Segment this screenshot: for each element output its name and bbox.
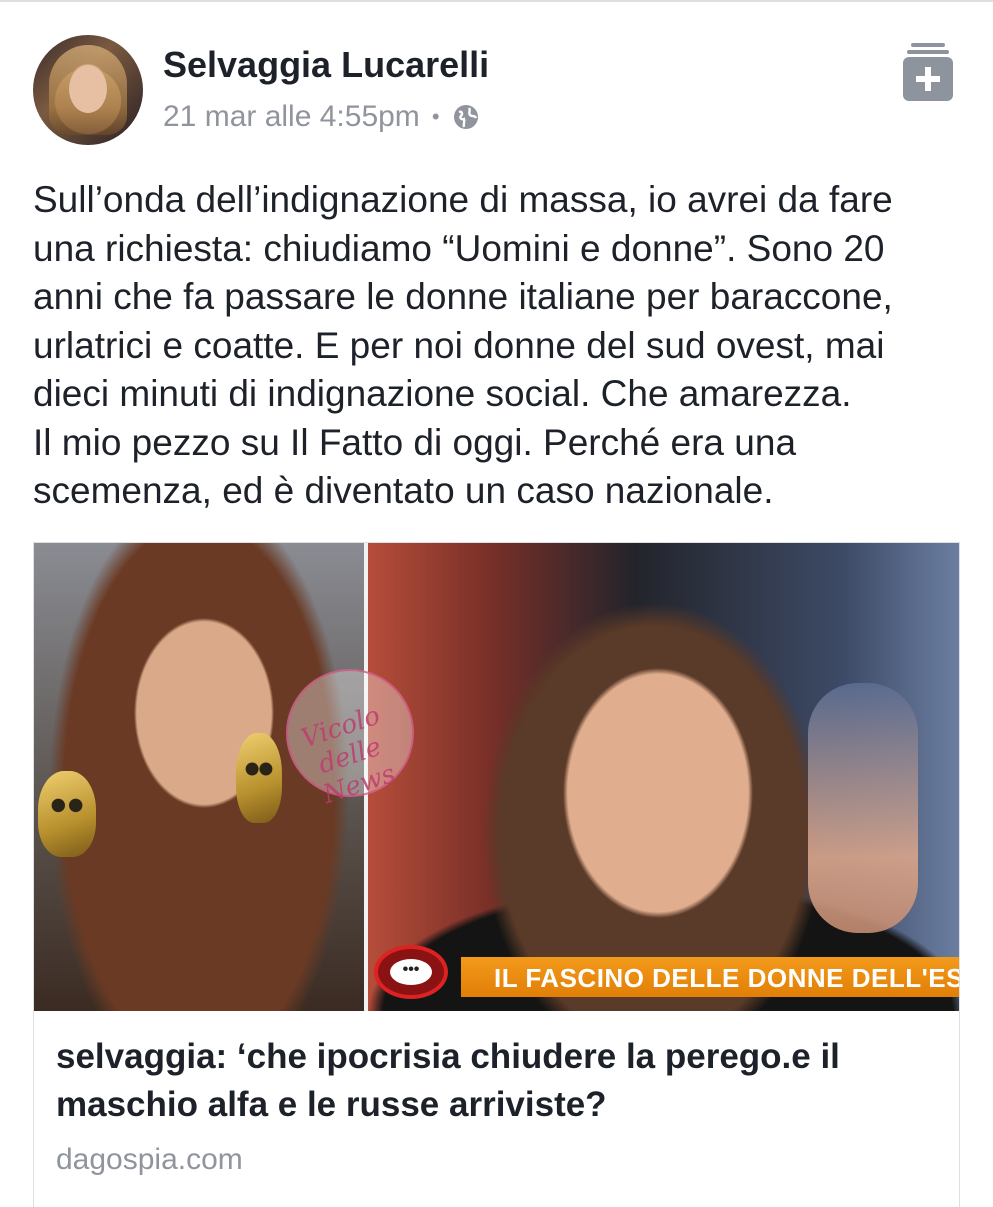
photo-right-panel (368, 543, 959, 1011)
post-paragraph: Sull’onda dell’indignazione di massa, io… (33, 179, 893, 414)
author-avatar[interactable] (33, 35, 143, 145)
shared-link-card[interactable]: Vicolo delle News IL FASCINO DELLE DONNE… (33, 542, 960, 1207)
earring-left (38, 771, 96, 857)
post-message: Sull’onda dell’indignazione di massa, io… (33, 176, 963, 516)
tv-badge-dots: ••• (390, 959, 432, 985)
author-name[interactable]: Selvaggia Lucarelli (163, 44, 489, 86)
save-post-icon[interactable] (903, 43, 953, 101)
post-paragraph: Il mio pezzo su Il Fatto di oggi. Perché… (33, 421, 797, 512)
post-timestamp[interactable]: 21 mar alle 4:55pm (163, 100, 420, 134)
photo-arm (808, 683, 918, 933)
tv-caption-text: IL FASCINO DELLE DONNE DELL'EST (494, 963, 960, 993)
tv-channel-badge: ••• (374, 945, 448, 999)
globe-icon[interactable] (452, 103, 480, 131)
post-meta: 21 mar alle 4:55pm • (163, 100, 480, 134)
link-domain: dagospia.com (56, 1143, 243, 1176)
link-title[interactable]: selvaggia: ‘che ipocrisia chiudere la pe… (56, 1033, 936, 1129)
link-preview-image[interactable]: Vicolo delle News IL FASCINO DELLE DONNE… (34, 543, 960, 1011)
top-divider (0, 0, 993, 2)
avatar-face (69, 65, 107, 113)
meta-separator: • (431, 104, 440, 129)
earring-right (236, 733, 282, 823)
